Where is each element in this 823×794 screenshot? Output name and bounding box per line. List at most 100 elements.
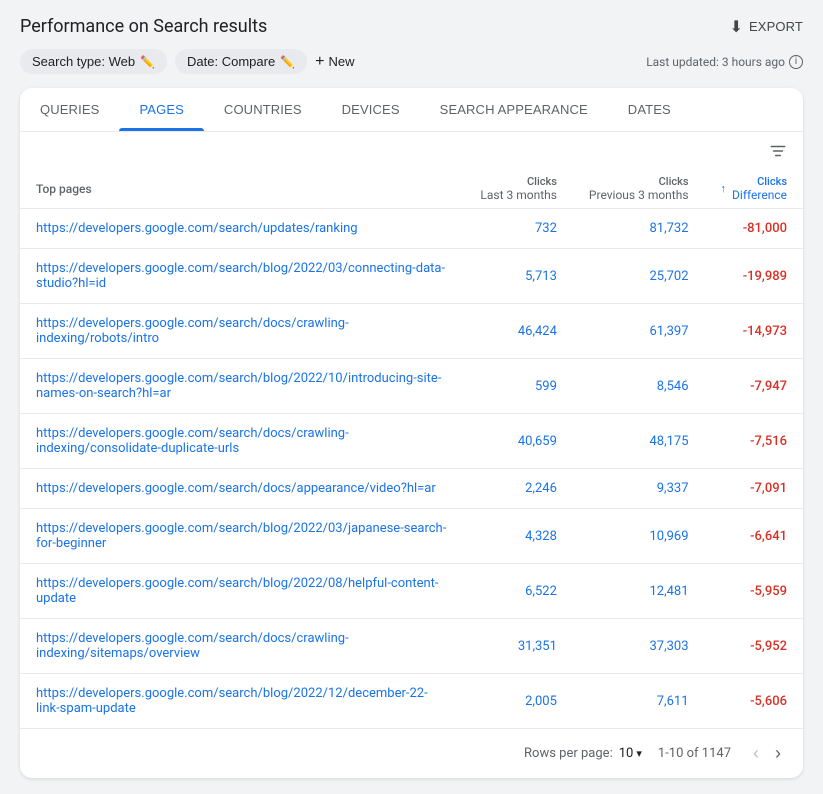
cell-clicks-prev: 10,969: [573, 509, 705, 564]
cell-url[interactable]: https://developers.google.com/search/blo…: [20, 249, 464, 304]
col-clicks-last-label: Clicks: [480, 175, 557, 188]
prev-page-button[interactable]: ‹: [747, 741, 765, 766]
table-row: https://developers.google.com/search/doc…: [20, 304, 803, 359]
cell-clicks-prev: 81,732: [573, 209, 705, 249]
add-new-button[interactable]: + New: [315, 53, 354, 71]
col-url-label: Top pages: [36, 182, 92, 196]
plus-icon: +: [315, 53, 324, 71]
cell-diff: -6,641: [705, 509, 803, 564]
cell-clicks-prev: 12,481: [573, 564, 705, 619]
tab-queries[interactable]: QUERIES: [20, 88, 119, 131]
search-type-filter[interactable]: Search type: Web ✏️: [20, 49, 167, 74]
cell-diff: -14,973: [705, 304, 803, 359]
col-header-clicks-prev: Clicks Previous 3 months: [573, 169, 705, 209]
table-controls: [20, 132, 803, 169]
col-clicks-last-sub: Last 3 months: [480, 188, 557, 202]
cell-diff: -7,516: [705, 414, 803, 469]
col-clicks-prev-label: Clicks: [589, 175, 689, 188]
cell-url[interactable]: https://developers.google.com/search/upd…: [20, 209, 464, 249]
table-row: https://developers.google.com/search/blo…: [20, 564, 803, 619]
export-button[interactable]: ⬇ EXPORT: [729, 17, 803, 37]
last-updated-text: Last updated: 3 hours ago: [646, 55, 785, 69]
chevron-down-icon: ▾: [636, 747, 642, 760]
filters-left: Search type: Web ✏️ Date: Compare ✏️ + N…: [20, 49, 355, 74]
col-header-clicks-last: Clicks Last 3 months: [464, 169, 573, 209]
export-label: EXPORT: [749, 19, 803, 34]
page-title: Performance on Search results: [20, 16, 267, 37]
cell-clicks-prev: 37,303: [573, 619, 705, 674]
cell-diff: -5,959: [705, 564, 803, 619]
data-table: Top pages Clicks Last 3 months Clicks Pr…: [20, 169, 803, 728]
cell-clicks-last: 732: [464, 209, 573, 249]
cell-diff: -81,000: [705, 209, 803, 249]
cell-url[interactable]: https://developers.google.com/search/blo…: [20, 674, 464, 729]
cell-clicks-last: 4,328: [464, 509, 573, 564]
cell-url[interactable]: https://developers.google.com/search/blo…: [20, 564, 464, 619]
cell-clicks-last: 5,713: [464, 249, 573, 304]
cell-clicks-last: 40,659: [464, 414, 573, 469]
table-row: https://developers.google.com/search/blo…: [20, 359, 803, 414]
tab-devices[interactable]: DEVICES: [322, 88, 420, 131]
col-header-url: Top pages: [20, 169, 464, 209]
cell-clicks-last: 6,522: [464, 564, 573, 619]
rows-per-page-label: Rows per page:: [524, 746, 613, 761]
page-info: 1-10 of 1147: [658, 746, 731, 761]
cell-clicks-last: 2,005: [464, 674, 573, 729]
col-diff-sub: Difference: [732, 188, 787, 202]
main-card: QUERIES PAGES COUNTRIES DEVICES SEARCH A…: [20, 88, 803, 778]
tab-search-appearance[interactable]: SEARCH APPEARANCE: [420, 88, 608, 131]
cell-url[interactable]: https://developers.google.com/search/blo…: [20, 359, 464, 414]
tab-pages[interactable]: PAGES: [119, 88, 203, 131]
cell-clicks-last: 31,351: [464, 619, 573, 674]
col-diff-label: Clicks: [732, 175, 787, 188]
cell-url[interactable]: https://developers.google.com/search/doc…: [20, 619, 464, 674]
table-row: https://developers.google.com/search/doc…: [20, 619, 803, 674]
table-row: https://developers.google.com/search/doc…: [20, 414, 803, 469]
col-clicks-prev-sub: Previous 3 months: [589, 188, 689, 202]
tab-dates[interactable]: DATES: [608, 88, 691, 131]
date-filter[interactable]: Date: Compare ✏️: [175, 49, 307, 74]
add-new-label: New: [329, 54, 355, 69]
rows-per-page: Rows per page: 10 ▾: [524, 746, 642, 761]
pencil-icon: ✏️: [140, 55, 155, 69]
table-row: https://developers.google.com/search/blo…: [20, 674, 803, 729]
table-row: https://developers.google.com/search/doc…: [20, 469, 803, 509]
table-row: https://developers.google.com/search/upd…: [20, 209, 803, 249]
cell-diff: -7,947: [705, 359, 803, 414]
cell-url[interactable]: https://developers.google.com/search/doc…: [20, 304, 464, 359]
rows-per-page-select[interactable]: 10 ▾: [619, 746, 642, 761]
sort-arrow-icon: ↑: [721, 182, 727, 195]
cell-diff: -5,952: [705, 619, 803, 674]
tab-countries[interactable]: COUNTRIES: [204, 88, 322, 131]
next-page-button[interactable]: ›: [769, 741, 787, 766]
cell-clicks-last: 2,246: [464, 469, 573, 509]
page-nav: ‹ ›: [747, 741, 787, 766]
cell-clicks-last: 46,424: [464, 304, 573, 359]
table-row: https://developers.google.com/search/blo…: [20, 249, 803, 304]
info-icon[interactable]: i: [789, 55, 803, 69]
rows-per-page-value: 10: [619, 746, 634, 761]
filter-icon-button[interactable]: [769, 142, 787, 165]
col-header-diff: ↑ Clicks Difference: [705, 169, 803, 209]
cell-clicks-last: 599: [464, 359, 573, 414]
cell-clicks-prev: 48,175: [573, 414, 705, 469]
pencil-icon-date: ✏️: [280, 55, 295, 69]
cell-diff: -7,091: [705, 469, 803, 509]
search-type-label: Search type: Web: [32, 54, 135, 69]
date-label: Date: Compare: [187, 54, 275, 69]
cell-clicks-prev: 61,397: [573, 304, 705, 359]
cell-url[interactable]: https://developers.google.com/search/doc…: [20, 469, 464, 509]
last-updated: Last updated: 3 hours ago i: [646, 55, 803, 69]
cell-clicks-prev: 7,611: [573, 674, 705, 729]
cell-url[interactable]: https://developers.google.com/search/blo…: [20, 509, 464, 564]
cell-diff: -19,989: [705, 249, 803, 304]
cell-clicks-prev: 9,337: [573, 469, 705, 509]
cell-url[interactable]: https://developers.google.com/search/doc…: [20, 414, 464, 469]
table-row: https://developers.google.com/search/blo…: [20, 509, 803, 564]
filters-row: Search type: Web ✏️ Date: Compare ✏️ + N…: [20, 49, 803, 74]
cell-clicks-prev: 8,546: [573, 359, 705, 414]
cell-clicks-prev: 25,702: [573, 249, 705, 304]
download-icon: ⬇: [729, 17, 743, 37]
tabs-row: QUERIES PAGES COUNTRIES DEVICES SEARCH A…: [20, 88, 803, 132]
pagination-row: Rows per page: 10 ▾ 1-10 of 1147 ‹ ›: [20, 728, 803, 778]
